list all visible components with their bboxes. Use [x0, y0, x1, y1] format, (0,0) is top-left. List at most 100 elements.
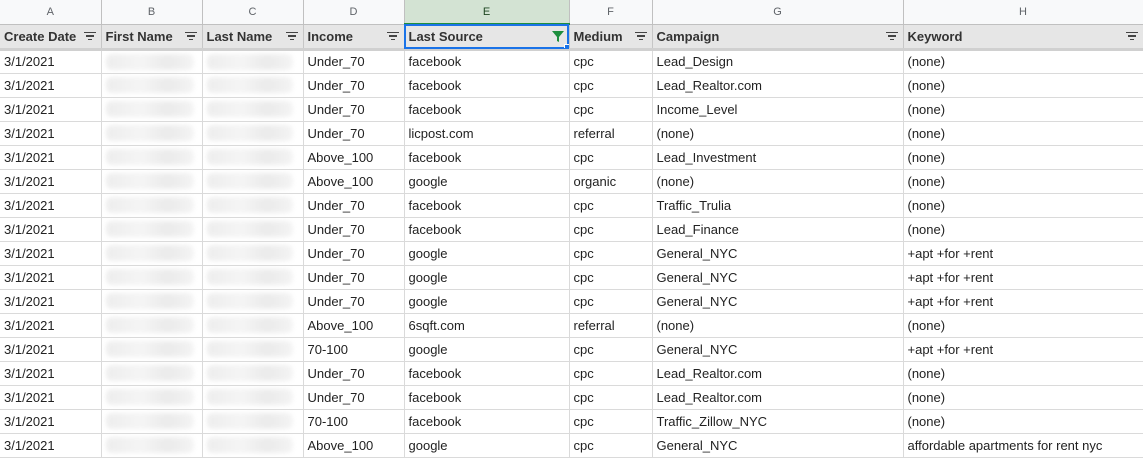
cell-c[interactable]	[202, 337, 304, 362]
cell-c[interactable]	[202, 289, 304, 314]
cell-e[interactable]: 6sqft.com	[404, 313, 570, 338]
cell-e[interactable]: facebook	[404, 145, 570, 170]
cell-b[interactable]	[101, 241, 203, 266]
column-letter-d[interactable]: D	[303, 0, 405, 25]
cell-b[interactable]	[101, 73, 203, 98]
cell-e[interactable]: facebook	[404, 409, 570, 434]
column-letter-e[interactable]: E	[404, 0, 570, 25]
cell-c[interactable]	[202, 193, 304, 218]
cell-b[interactable]	[101, 145, 203, 170]
cell-e[interactable]: google	[404, 241, 570, 266]
cell-h[interactable]: (none)	[903, 73, 1143, 98]
cell-g[interactable]: General_NYC	[652, 337, 904, 362]
column-letter-a[interactable]: A	[0, 0, 102, 25]
cell-e[interactable]: google	[404, 169, 570, 194]
cell-e[interactable]: google	[404, 265, 570, 290]
cell-f[interactable]: cpc	[569, 73, 653, 98]
cell-g[interactable]: Lead_Realtor.com	[652, 361, 904, 386]
cell-e[interactable]: google	[404, 433, 570, 458]
cell-b[interactable]	[101, 313, 203, 338]
filter-active-funnel-icon[interactable]	[551, 30, 565, 43]
cell-c[interactable]	[202, 217, 304, 242]
cell-b[interactable]	[101, 361, 203, 386]
cell-c[interactable]	[202, 265, 304, 290]
cell-h[interactable]: (none)	[903, 217, 1143, 242]
cell-d[interactable]: Under_70	[303, 217, 405, 242]
header-cell-first-name[interactable]: First Name	[101, 24, 203, 51]
cell-c[interactable]	[202, 409, 304, 434]
cell-h[interactable]: (none)	[903, 121, 1143, 146]
column-letter-c[interactable]: C	[202, 0, 304, 25]
cell-d[interactable]: Above_100	[303, 433, 405, 458]
cell-b[interactable]	[101, 385, 203, 410]
cell-d[interactable]: Under_70	[303, 385, 405, 410]
cell-g[interactable]: (none)	[652, 121, 904, 146]
cell-g[interactable]: Traffic_Zillow_NYC	[652, 409, 904, 434]
cell-b[interactable]	[101, 193, 203, 218]
cell-f[interactable]: cpc	[569, 241, 653, 266]
cell-g[interactable]: Lead_Finance	[652, 217, 904, 242]
cell-d[interactable]: Above_100	[303, 313, 405, 338]
cell-f[interactable]: organic	[569, 169, 653, 194]
cell-a[interactable]: 3/1/2021	[0, 265, 102, 290]
cell-a[interactable]: 3/1/2021	[0, 49, 102, 74]
cell-c[interactable]	[202, 169, 304, 194]
cell-b[interactable]	[101, 49, 203, 74]
cell-c[interactable]	[202, 73, 304, 98]
cell-d[interactable]: 70-100	[303, 409, 405, 434]
cell-a[interactable]: 3/1/2021	[0, 313, 102, 338]
cell-a[interactable]: 3/1/2021	[0, 337, 102, 362]
cell-e[interactable]: facebook	[404, 97, 570, 122]
cell-c[interactable]	[202, 361, 304, 386]
cell-d[interactable]: Under_70	[303, 97, 405, 122]
cell-h[interactable]: +apt +for +rent	[903, 289, 1143, 314]
header-cell-medium[interactable]: Medium	[569, 24, 653, 51]
cell-f[interactable]: cpc	[569, 97, 653, 122]
cell-g[interactable]: (none)	[652, 169, 904, 194]
header-cell-campaign[interactable]: Campaign	[652, 24, 904, 51]
cell-d[interactable]: Under_70	[303, 121, 405, 146]
header-cell-last-name[interactable]: Last Name	[202, 24, 304, 51]
cell-g[interactable]: Lead_Investment	[652, 145, 904, 170]
cell-g[interactable]: Traffic_Trulia	[652, 193, 904, 218]
cell-c[interactable]	[202, 385, 304, 410]
cell-f[interactable]: cpc	[569, 385, 653, 410]
cell-e[interactable]: facebook	[404, 49, 570, 74]
cell-a[interactable]: 3/1/2021	[0, 361, 102, 386]
filter-icon[interactable]	[386, 30, 400, 42]
filter-icon[interactable]	[634, 30, 648, 42]
cell-a[interactable]: 3/1/2021	[0, 409, 102, 434]
cell-h[interactable]: +apt +for +rent	[903, 337, 1143, 362]
cell-g[interactable]: Lead_Realtor.com	[652, 73, 904, 98]
cell-b[interactable]	[101, 409, 203, 434]
header-cell-create-date[interactable]: Create Date	[0, 24, 102, 51]
cell-f[interactable]: cpc	[569, 193, 653, 218]
cell-g[interactable]: General_NYC	[652, 265, 904, 290]
cell-h[interactable]: (none)	[903, 409, 1143, 434]
cell-a[interactable]: 3/1/2021	[0, 289, 102, 314]
filter-icon[interactable]	[1125, 30, 1139, 42]
cell-h[interactable]: +apt +for +rent	[903, 265, 1143, 290]
cell-e[interactable]: facebook	[404, 73, 570, 98]
cell-e[interactable]: facebook	[404, 361, 570, 386]
header-cell-last-source[interactable]: Last Source	[404, 24, 570, 51]
cell-f[interactable]: referral	[569, 121, 653, 146]
column-letter-f[interactable]: F	[569, 0, 653, 25]
cell-d[interactable]: Under_70	[303, 73, 405, 98]
filter-icon[interactable]	[285, 30, 299, 42]
cell-a[interactable]: 3/1/2021	[0, 385, 102, 410]
cell-h[interactable]: (none)	[903, 169, 1143, 194]
cell-g[interactable]: General_NYC	[652, 241, 904, 266]
cell-f[interactable]: cpc	[569, 289, 653, 314]
column-letter-b[interactable]: B	[101, 0, 203, 25]
cell-f[interactable]: cpc	[569, 217, 653, 242]
cell-b[interactable]	[101, 169, 203, 194]
cell-d[interactable]: Under_70	[303, 361, 405, 386]
cell-d[interactable]: Under_70	[303, 49, 405, 74]
cell-e[interactable]: facebook	[404, 385, 570, 410]
header-cell-keyword[interactable]: Keyword	[903, 24, 1143, 51]
cell-h[interactable]: (none)	[903, 97, 1143, 122]
cell-e[interactable]: licpost.com	[404, 121, 570, 146]
cell-h[interactable]: (none)	[903, 385, 1143, 410]
cell-e[interactable]: google	[404, 337, 570, 362]
